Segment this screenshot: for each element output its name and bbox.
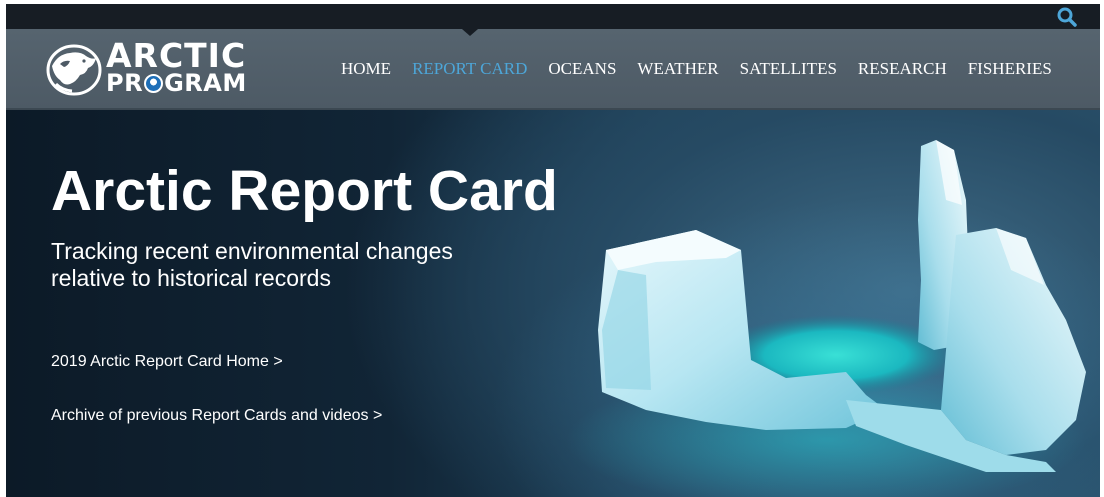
nav-item-research[interactable]: RESEARCH [858,59,947,79]
nav-item-home[interactable]: HOME [341,59,391,79]
polar-bear-globe-icon [46,44,102,96]
noaa-emblem-icon [144,74,164,93]
main-navbar: ARCTIC PR GRAM HOME REPORT CARD OCEANS WE… [6,29,1100,110]
nav-item-report-card[interactable]: REPORT CARD [412,59,527,79]
link-2019-report-card-home[interactable]: 2019 Arctic Report Card Home > [51,353,283,371]
logo-word-program-start: PR [106,69,144,97]
logo-word-program-end: GRAM [164,69,247,97]
page: ARCTIC PR GRAM HOME REPORT CARD OCEANS WE… [0,0,1104,497]
nav-item-oceans[interactable]: OCEANS [548,59,616,79]
nav-item-satellites[interactable]: SATELLITES [740,59,837,79]
hero-banner: Arctic Report Card Tracking recent envir… [6,110,1100,497]
link-archive-report-cards[interactable]: Archive of previous Report Cards and vid… [51,407,382,425]
search-icon[interactable] [1056,7,1078,27]
primary-navigation: HOME REPORT CARD OCEANS WEATHER SATELLIT… [341,59,1073,79]
page-title: Arctic Report Card [51,159,558,223]
logo-word-arctic: ARCTIC [106,36,247,75]
top-utility-bar [6,4,1100,29]
nav-item-fisheries[interactable]: FISHERIES [968,59,1052,79]
logo-word-program: PR GRAM [106,69,247,97]
nav-item-weather[interactable]: WEATHER [637,59,718,79]
hero-subtitle: Tracking recent environmental changes re… [51,238,453,291]
arctic-program-logo[interactable]: ARCTIC PR GRAM [46,39,246,99]
nav-pointer-indicator [462,29,478,36]
